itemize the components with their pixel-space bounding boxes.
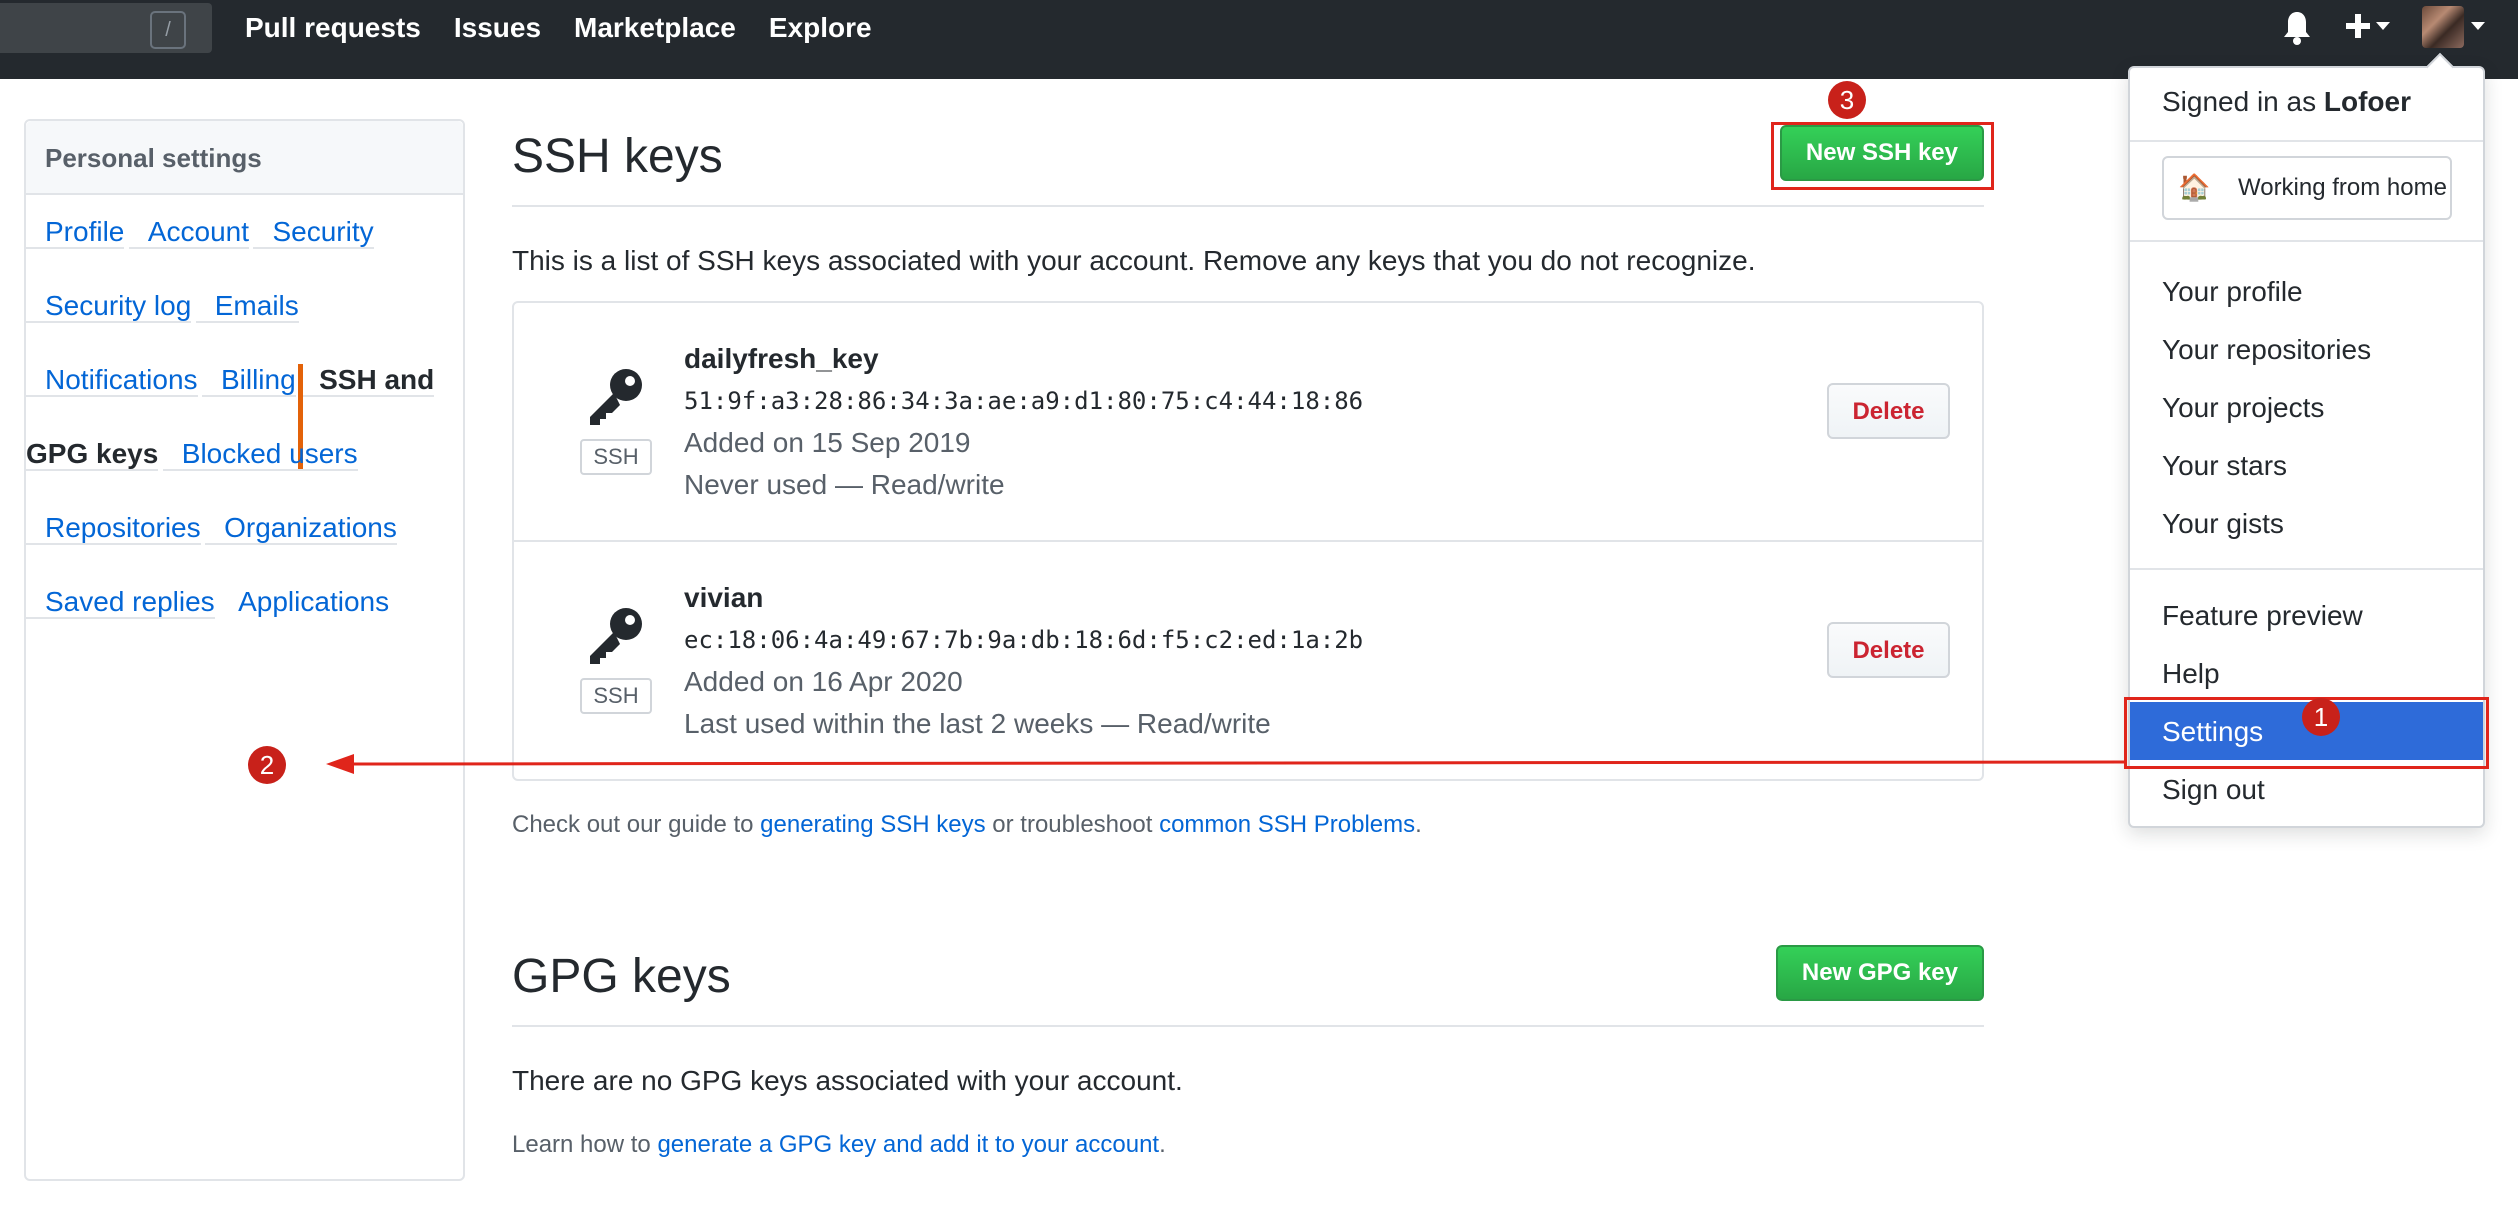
annotation-box-new-ssh-key bbox=[1771, 122, 1994, 190]
sidebar-item-blocked-users[interactable]: Blocked users bbox=[162, 438, 358, 471]
gpg-section-title: GPG keys bbox=[512, 950, 731, 1003]
ssh-keys-list: SSH dailyfresh_key 51:9f:a3:28:86:34:3a:… bbox=[512, 301, 1984, 781]
menu-your-repositories[interactable]: Your repositories bbox=[2162, 334, 2371, 366]
signed-in-as: Signed in as Lofoer bbox=[2162, 86, 2411, 118]
ssh-section-header: SSH keys New SSH key bbox=[512, 119, 1984, 207]
delete-key-button[interactable]: Delete bbox=[1827, 383, 1950, 439]
generating-ssh-keys-link[interactable]: generating SSH keys bbox=[760, 811, 985, 838]
header-nav: Pull requests Issues Marketplace Explore bbox=[245, 0, 905, 55]
plus-icon bbox=[2346, 14, 2370, 38]
ssh-type-tag: SSH bbox=[580, 678, 652, 714]
ssh-guide-text: Check out our guide to generating SSH ke… bbox=[512, 811, 1984, 839]
ssh-key-row: SSH dailyfresh_key 51:9f:a3:28:86:34:3a:… bbox=[514, 303, 1982, 542]
generate-gpg-key-link[interactable]: generate a GPG key and add it to your ac… bbox=[657, 1131, 1159, 1158]
key-usage: Last used within the last 2 weeks — Read… bbox=[684, 708, 1271, 739]
key-title: vivian bbox=[684, 582, 764, 613]
sidebar-item-organizations[interactable]: Organizations bbox=[205, 512, 397, 545]
nav-issues[interactable]: Issues bbox=[454, 12, 541, 44]
sidebar-item-applications[interactable]: Applications bbox=[219, 586, 389, 617]
settings-sidebar: Personal settings Profile Account Securi… bbox=[24, 119, 465, 1181]
learn-suffix: . bbox=[1159, 1131, 1166, 1158]
menu-help[interactable]: Help bbox=[2162, 658, 2220, 690]
sidebar-item-emails[interactable]: Emails bbox=[195, 290, 299, 323]
key-added-date: Added on 16 Apr 2020 bbox=[684, 666, 963, 697]
delete-key-button[interactable]: Delete bbox=[1827, 622, 1950, 678]
guide-middle: or troubleshoot bbox=[985, 811, 1160, 838]
guide-prefix: Check out our guide to bbox=[512, 811, 761, 838]
sidebar-item-saved-replies[interactable]: Saved replies bbox=[26, 586, 215, 619]
key-icon bbox=[590, 608, 642, 664]
status-text: Working from home bbox=[2238, 174, 2447, 201]
main-content: SSH keys New SSH key This is a list of S… bbox=[512, 119, 1984, 1159]
search-input[interactable]: / bbox=[0, 3, 212, 53]
menu-divider bbox=[2130, 568, 2483, 570]
bell-icon[interactable] bbox=[2281, 10, 2313, 46]
avatar[interactable] bbox=[2422, 6, 2464, 48]
new-gpg-key-button[interactable]: New GPG key bbox=[1775, 945, 1984, 1001]
ssh-key-row: SSH vivian ec:18:06:4a:49:67:7b:9a:db:18… bbox=[514, 542, 1982, 781]
key-added-date: Added on 15 Sep 2019 bbox=[684, 427, 971, 458]
annotation-badge-3: 3 bbox=[1828, 81, 1866, 119]
search-shortcut-key: / bbox=[150, 11, 186, 49]
nav-explore[interactable]: Explore bbox=[769, 12, 872, 44]
guide-suffix: . bbox=[1415, 811, 1422, 838]
avatar-caret-icon[interactable] bbox=[2471, 22, 2485, 31]
nav-marketplace[interactable]: Marketplace bbox=[574, 12, 736, 44]
common-ssh-problems-link[interactable]: common SSH Problems bbox=[1159, 811, 1415, 838]
ssh-type-tag: SSH bbox=[580, 439, 652, 475]
house-icon: 🏠 bbox=[2178, 172, 2211, 202]
key-title: dailyfresh_key bbox=[684, 343, 879, 374]
learn-prefix: Learn how to bbox=[512, 1131, 658, 1158]
ssh-intro-text: This is a list of SSH keys associated wi… bbox=[512, 245, 1756, 276]
menu-your-profile[interactable]: Your profile bbox=[2162, 276, 2303, 308]
gpg-learn-text: Learn how to generate a GPG key and add … bbox=[512, 1131, 1984, 1159]
signed-prefix: Signed in as bbox=[2162, 86, 2324, 117]
annotation-badge-2: 2 bbox=[248, 746, 286, 784]
sidebar-item-repositories[interactable]: Repositories bbox=[26, 512, 201, 545]
username: Lofoer bbox=[2323, 86, 2411, 117]
ssh-section-title: SSH keys bbox=[512, 130, 723, 183]
key-fingerprint: 51:9f:a3:28:86:34:3a:ae:a9:d1:80:75:c4:4… bbox=[684, 387, 1364, 415]
gpg-section-header: GPG keys New GPG key bbox=[512, 939, 1984, 1027]
annotation-badge-1: 1 bbox=[2302, 698, 2340, 736]
key-fingerprint: ec:18:06:4a:49:67:7b:9a:db:18:6d:f5:c2:e… bbox=[684, 626, 1364, 654]
key-icon bbox=[590, 369, 642, 425]
menu-your-gists[interactable]: Your gists bbox=[2162, 508, 2284, 540]
sidebar-item-security-log[interactable]: Security log bbox=[26, 290, 192, 323]
sidebar-item-notifications[interactable]: Notifications bbox=[26, 364, 198, 397]
sidebar-item-profile[interactable]: Profile bbox=[26, 216, 125, 249]
menu-feature-preview[interactable]: Feature preview bbox=[2162, 600, 2363, 632]
sidebar-item-billing[interactable]: Billing bbox=[201, 364, 296, 397]
menu-sign-out[interactable]: Sign out bbox=[2162, 774, 2265, 806]
key-usage: Never used — Read/write bbox=[684, 469, 1005, 500]
sidebar-title: Personal settings bbox=[26, 121, 463, 195]
set-status-button[interactable]: 🏠 Working from home bbox=[2162, 156, 2452, 220]
menu-your-stars[interactable]: Your stars bbox=[2162, 450, 2287, 482]
gpg-empty-text: There are no GPG keys associated with yo… bbox=[512, 1065, 1183, 1096]
sidebar-item-account[interactable]: Account bbox=[128, 216, 249, 249]
menu-your-projects[interactable]: Your projects bbox=[2162, 392, 2324, 424]
sidebar-item-security[interactable]: Security bbox=[253, 216, 374, 249]
caret-down-icon bbox=[2376, 22, 2390, 30]
status-section: 🏠 Working from home bbox=[2130, 140, 2483, 242]
nav-pull-requests[interactable]: Pull requests bbox=[245, 12, 421, 44]
create-new-button[interactable] bbox=[2344, 12, 2394, 44]
